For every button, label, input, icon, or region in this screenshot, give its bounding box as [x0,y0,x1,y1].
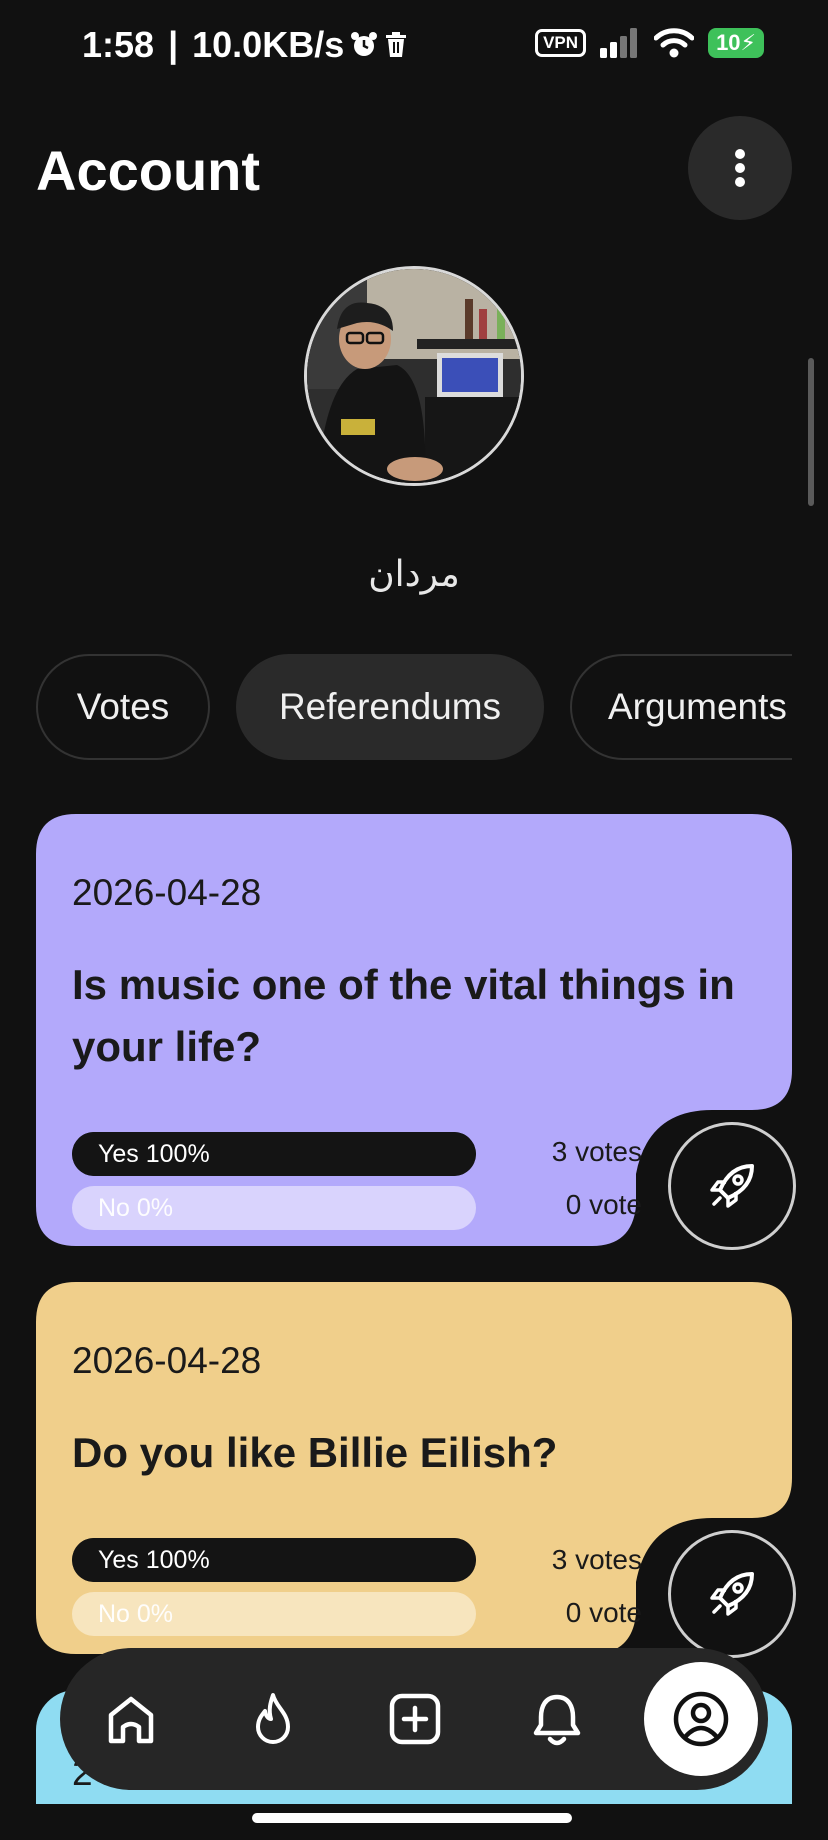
boost-button[interactable] [668,1122,796,1250]
bell-icon [533,1694,581,1746]
referendum-question: Do you like Billie Eilish? [72,1429,558,1476]
home-indicator[interactable] [252,1813,572,1823]
no-result-label: No 0% [98,1600,174,1628]
rocket-icon [710,1572,754,1616]
trash-icon [386,32,407,57]
status-right: VPN 10⚡ [535,28,764,58]
vpn-badge: VPN [535,29,587,57]
bottom-navigation [60,1648,768,1790]
nav-profile[interactable] [644,1662,758,1776]
status-separator: | [168,24,179,65]
network-speed: 10.0KB/s [192,24,345,65]
more-vertical-icon [735,149,745,187]
referendum-card[interactable]: 2026-04-28 Is music one of the vital thi… [36,814,796,1250]
signal-icon [600,28,638,58]
yes-result-bar: Yes 100% [72,1538,476,1582]
avatar[interactable] [304,266,524,486]
referendum-date: 2026-04-28 [72,1340,262,1381]
profile-icon [673,1691,729,1747]
tab-votes[interactable]: Votes [36,654,210,760]
tab-referendums-label: Referendums [278,686,502,727]
status-time: 1:58 [82,24,155,65]
no-vote-count: 0 vote [565,1189,642,1220]
battery-level: 10 [716,30,741,55]
nav-notifications[interactable] [502,1648,612,1790]
yes-vote-count: 3 votes [551,1544,642,1575]
nav-trending[interactable] [218,1648,328,1790]
yes-vote-count: 3 votes [551,1136,642,1167]
yes-result-label: Yes 100% [98,1546,210,1574]
tab-arguments[interactable]: Arguments [570,654,792,760]
wifi-icon [654,28,695,58]
flame-icon [256,1693,290,1744]
tab-votes-label: Votes [76,686,170,727]
no-result-bar: No 0% [72,1592,476,1636]
username: مردان [368,554,460,595]
tab-arguments-label: Arguments [608,686,787,727]
more-options-button[interactable] [688,116,792,220]
nav-create[interactable] [360,1648,470,1790]
page-title: Account [36,139,260,202]
yes-result-label: Yes 100% [98,1140,210,1168]
no-result-bar: No 0% [72,1186,476,1230]
no-vote-count: 0 vote [565,1597,642,1628]
home-icon [108,1696,154,1744]
boost-button[interactable] [668,1530,796,1658]
tab-referendums[interactable]: Referendums [236,654,544,760]
no-result-label: No 0% [98,1194,174,1222]
alarm-icon [351,32,378,56]
referendum-card[interactable]: 2026-04-28 Do you like Billie Eilish? Ye… [36,1282,796,1658]
scrollbar[interactable] [808,358,814,506]
referendum-date: 2026-04-28 [72,872,262,913]
battery-indicator: 10⚡ [708,28,764,58]
status-left: 1:58 | 10.0KB/s [82,24,408,66]
rocket-icon [710,1164,754,1208]
nav-home[interactable] [76,1648,186,1790]
status-bar: 1:58 | 10.0KB/s VPN 10⚡ [0,0,828,76]
profile-photo [307,269,521,483]
add-icon [389,1693,441,1745]
yes-result-bar: Yes 100% [72,1132,476,1176]
referendum-question: Is music one of the vital things in your… [72,961,735,1070]
